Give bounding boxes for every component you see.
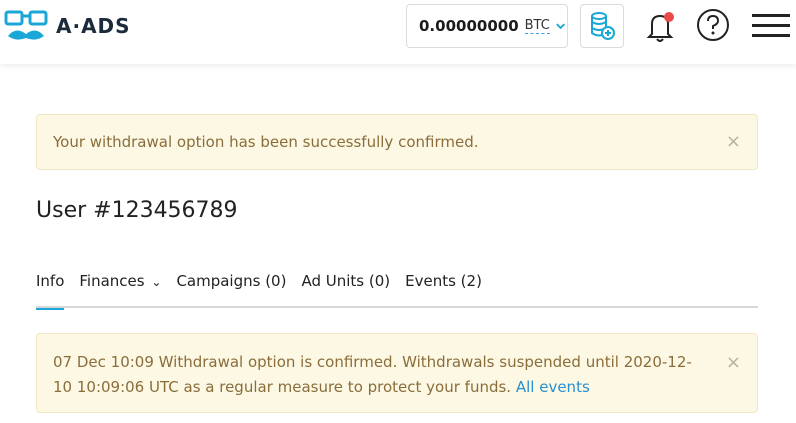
coins-add-icon	[591, 12, 615, 40]
event-alert: 07 Dec 10:09 Withdrawal option is confir…	[36, 333, 758, 413]
help-button[interactable]	[696, 8, 730, 42]
close-icon[interactable]: ×	[726, 131, 741, 152]
chevron-down-icon	[555, 23, 565, 30]
notifications-button[interactable]	[642, 8, 678, 44]
tab-events[interactable]: Events (2)	[405, 268, 482, 308]
tab-label: Campaigns (0)	[176, 272, 287, 290]
tab-label: Info	[36, 272, 65, 290]
success-alert: Your withdrawal option has been successf…	[36, 114, 758, 170]
tab-ad-units[interactable]: Ad Units (0)	[301, 268, 390, 308]
bell-icon	[646, 12, 674, 42]
page-title: User #123456789	[36, 198, 238, 223]
logo[interactable]: A·ADS	[4, 8, 131, 44]
tab-campaigns[interactable]: Campaigns (0)	[176, 268, 286, 308]
tab-info[interactable]: Info	[36, 268, 65, 310]
tab-label: Events (2)	[405, 272, 482, 290]
balance-dropdown[interactable]: 0.00000000 BTC	[406, 4, 568, 48]
logo-text: A·ADS	[56, 14, 131, 38]
chevron-down-icon: ⌄	[151, 275, 162, 289]
hamburger-menu-icon	[752, 14, 790, 37]
alert-message: 07 Dec 10:09 Withdrawal option is confir…	[53, 353, 692, 396]
tab-label: Finances	[79, 272, 145, 290]
deposit-button[interactable]	[580, 4, 624, 48]
close-icon[interactable]: ×	[726, 350, 741, 375]
logo-mustache-icon	[4, 10, 48, 40]
top-navbar: A·ADS 0.00000000 BTC	[0, 0, 796, 64]
user-tabs: Info Finances ⌄ Campaigns (0) Ad Units (…	[36, 268, 758, 310]
balance-currency: BTC	[524, 17, 550, 34]
tab-finances[interactable]: Finances ⌄	[79, 268, 161, 308]
main-menu-button[interactable]	[752, 12, 790, 40]
balance-amount: 0.00000000	[419, 17, 519, 35]
all-events-link[interactable]: All events	[516, 378, 590, 396]
alert-message: Your withdrawal option has been successf…	[53, 133, 479, 151]
help-icon	[697, 9, 729, 41]
tab-label: Ad Units (0)	[301, 272, 391, 290]
